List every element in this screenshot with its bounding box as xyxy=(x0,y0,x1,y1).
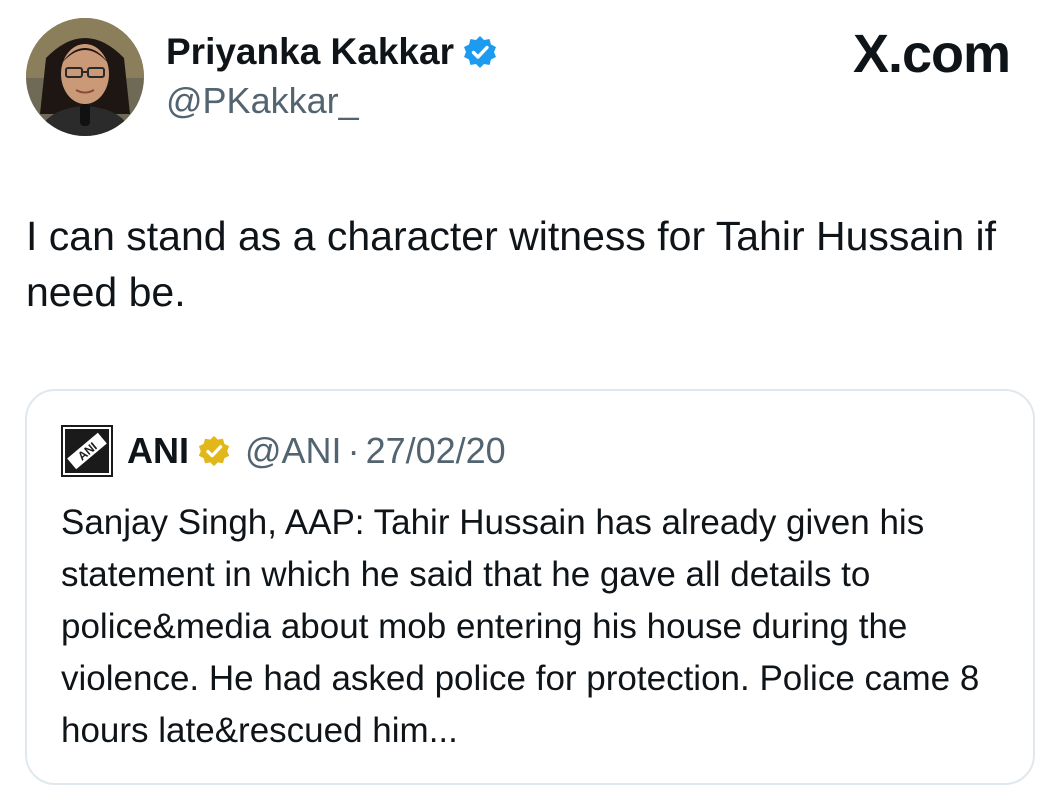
quoted-author-name[interactable]: ANI xyxy=(127,430,189,472)
tweet-card: Priyanka Kakkar @PKakkar_ X.com I can st… xyxy=(0,0,1062,800)
quoted-tweet[interactable]: ANI ANI @ANI · 27/02/20 Sanjay Singh, AA… xyxy=(25,389,1035,785)
tweet-header: Priyanka Kakkar @PKakkar_ xyxy=(26,18,498,136)
quoted-tweet-date[interactable]: 27/02/20 xyxy=(366,430,506,472)
author-handle[interactable]: @PKakkar_ xyxy=(166,78,498,124)
gold-verified-icon xyxy=(198,435,230,467)
author-display-name[interactable]: Priyanka Kakkar xyxy=(166,30,454,74)
blue-verified-icon xyxy=(463,36,496,68)
tweet-text: I can stand as a character witness for T… xyxy=(26,213,997,315)
author-info: Priyanka Kakkar @PKakkar_ xyxy=(166,30,498,124)
x-brand-logo: X.com xyxy=(852,24,1011,84)
name-row: Priyanka Kakkar xyxy=(166,30,498,74)
author-avatar[interactable] xyxy=(26,18,144,136)
quoted-author-handle[interactable]: @ANI xyxy=(245,430,342,472)
ani-logo-avatar[interactable]: ANI xyxy=(61,425,113,477)
quoted-tweet-text: Sanjay Singh, AAP: Tahir Hussain has alr… xyxy=(61,503,980,750)
quoted-tweet-header: ANI ANI @ANI · 27/02/20 xyxy=(61,425,506,477)
separator-dot: · xyxy=(347,430,360,471)
